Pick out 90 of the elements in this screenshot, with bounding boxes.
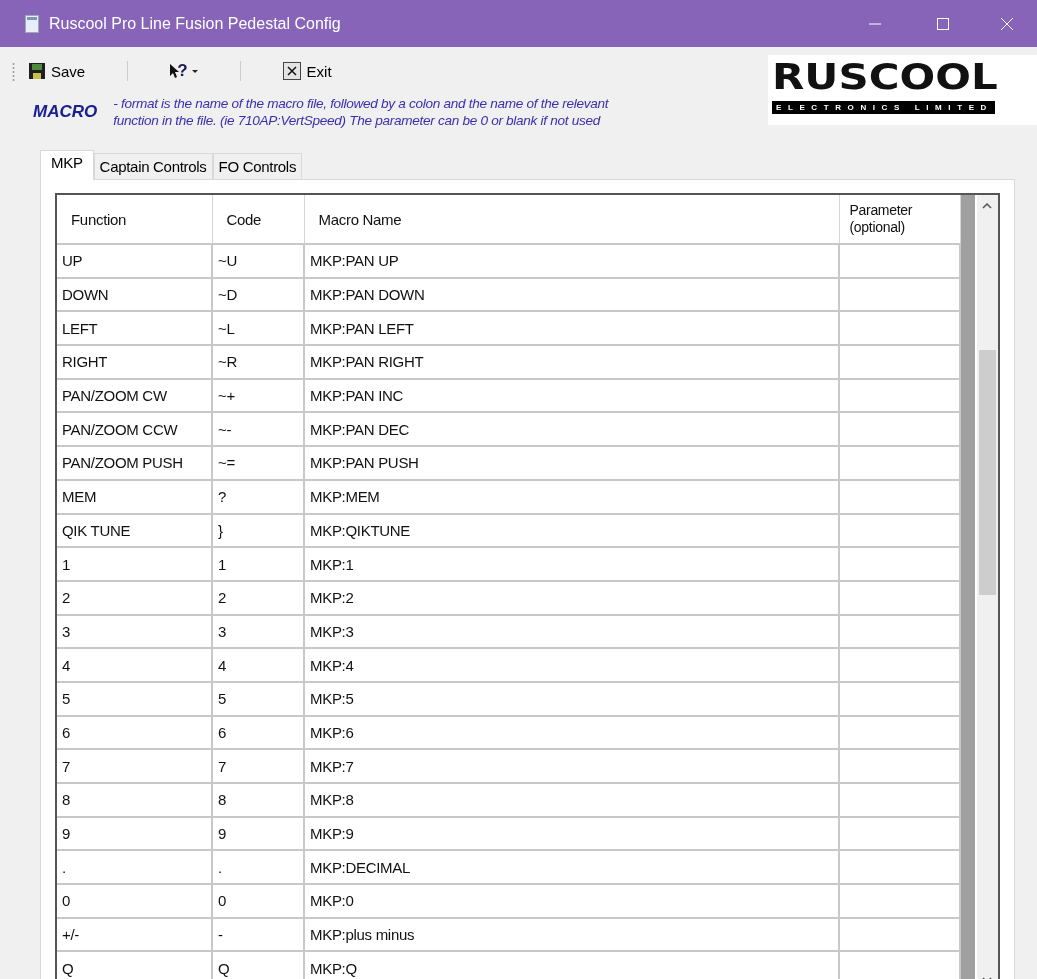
table-cell: MKP:PAN UP (304, 244, 839, 278)
table-cell: 8 (212, 783, 304, 817)
toolbar-grip-icon (12, 60, 15, 82)
table-cell: 0 (212, 884, 304, 918)
table-cell: ~L (212, 311, 304, 346)
table-cell: MKP:QIKTUNE (304, 513, 839, 548)
table-cell: MKP:4 (304, 648, 839, 682)
table-cell: 5 (57, 681, 212, 716)
table-cell: PAN/ZOOM CW (57, 378, 212, 413)
close-icon (1001, 17, 1013, 30)
table-cell: DOWN (57, 277, 212, 312)
table-cell: 8 (57, 783, 212, 817)
table-cell: 3 (212, 614, 304, 649)
table-cell: ~R (212, 345, 304, 379)
table-cell: UP (57, 244, 212, 278)
table-cell: +/- (57, 917, 212, 952)
table-cell: ~= (212, 446, 304, 480)
table-cell: MKP:PAN LEFT (304, 311, 839, 346)
table-cell: ? (212, 479, 304, 514)
table-cell: MKP:3 (304, 614, 839, 649)
table-cell: } (212, 513, 304, 548)
table-cell: ~D (212, 277, 304, 312)
table-cell: MKP:MEM (304, 479, 839, 514)
table-cell: MKP:8 (304, 783, 839, 817)
table-cell: MEM (57, 479, 212, 514)
document-icon (25, 14, 39, 33)
table-cell: MKP:1 (304, 547, 839, 581)
help-button[interactable]: ? (166, 59, 202, 83)
table-cell: MKP:7 (304, 749, 839, 783)
table-cell: MKP:9 (304, 816, 839, 851)
tab[interactable]: FO Controls (212, 153, 303, 179)
table-cell: 2 (212, 580, 304, 615)
table-cell: ~- (212, 412, 304, 447)
table-cell: Q (212, 951, 304, 979)
table-cell: . (57, 850, 212, 885)
table-cell: MKP:PAN INC (304, 378, 839, 413)
table-cell: 3 (57, 614, 212, 649)
table-cell: 9 (57, 816, 212, 851)
save-button[interactable]: Save (25, 60, 90, 82)
table-cell: 9 (212, 816, 304, 851)
table-cell: 7 (57, 749, 212, 783)
caret-icon (191, 69, 198, 73)
table-cell: . (212, 850, 304, 885)
maximize-icon (937, 17, 949, 30)
table-cell: PAN/ZOOM PUSH (57, 446, 212, 480)
table-cell: ~+ (212, 378, 304, 413)
table-cell: 5 (212, 681, 304, 716)
macro-note: - format is the name of the macro file, followed by a colon and the name of the relevant function in the file. (ie 710AP:VertSpeed) The parameter can be 0 or blank if not used (113, 95, 609, 129)
table-cell: MKP:0 (304, 884, 839, 918)
table-cell: MKP:DECIMAL (304, 850, 839, 885)
table-cell: MKP:5 (304, 681, 839, 716)
table-cell: 1 (57, 547, 212, 581)
table-cell: MKP:PAN DOWN (304, 277, 839, 312)
tab[interactable]: MKP (40, 150, 94, 180)
table-cell: 2 (57, 580, 212, 615)
table-cell: MKP:Q (304, 951, 839, 979)
column-header[interactable]: Function (57, 195, 212, 244)
table-cell: MKP:PAN PUSH (304, 446, 839, 480)
macro-label: MACRO (33, 102, 98, 122)
table-cell: 0 (57, 884, 212, 918)
table-cell: QIK TUNE (57, 513, 212, 548)
table-cell: - (212, 917, 304, 952)
table-cell: RIGHT (57, 345, 212, 379)
table-cell: 6 (212, 715, 304, 750)
table-cell: LEFT (57, 311, 212, 346)
table-cell: 4 (57, 648, 212, 682)
table-cell: MKP:plus minus (304, 917, 839, 952)
table-cell: Q (57, 951, 212, 979)
table-cell: 4 (212, 648, 304, 682)
table-cell: 6 (57, 715, 212, 750)
table-cell: MKP:PAN DEC (304, 412, 839, 447)
logo: RUSCOOL ELECTRONICS LIMITED (768, 55, 1037, 125)
exit-button[interactable]: Exit (278, 60, 336, 82)
table-cell: MKP:2 (304, 580, 839, 615)
table-cell: 1 (212, 547, 304, 581)
window-title: Ruscool Pro Line Fusion Pedestal Config (49, 14, 341, 33)
tab[interactable]: Captain Controls (93, 153, 213, 179)
close-box-icon (282, 62, 301, 80)
scroll-thumb[interactable] (979, 350, 996, 595)
table-cell: PAN/ZOOM CCW (57, 412, 212, 447)
table-cell: ~U (212, 244, 304, 278)
table-cell: 7 (212, 749, 304, 783)
column-header[interactable]: Parameter (optional) (839, 195, 960, 244)
scroll-up-icon[interactable] (982, 203, 992, 209)
table-cell: MKP:6 (304, 715, 839, 750)
pointer-icon (170, 64, 180, 78)
column-header[interactable]: Code (212, 195, 304, 244)
table-cell: MKP:PAN RIGHT (304, 345, 839, 379)
vertical-scrollbar[interactable] (975, 195, 998, 979)
column-header[interactable]: Macro Name (304, 195, 839, 244)
